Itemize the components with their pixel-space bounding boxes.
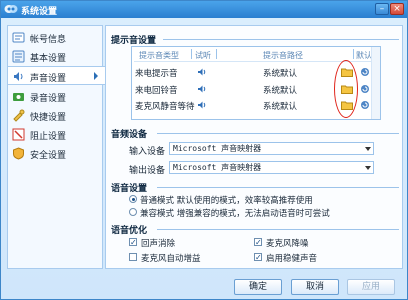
sidebar-item-label: 安全设置 (30, 151, 67, 161)
robust-audio-checkbox[interactable]: ✓ (254, 253, 262, 262)
cancel-button[interactable]: 取消 (291, 279, 339, 295)
sound-row-label: 来电提示音 (135, 69, 178, 79)
input-device-label: 输入设备 (129, 147, 166, 157)
robust-audio-label: 启用稳健声音 (266, 254, 318, 264)
compat-mode-label: 兼容模式 增强兼容的模式，无法启动语音时可尝试 (140, 209, 330, 219)
sidebar-item-account[interactable]: 帐号信息 (8, 28, 102, 47)
list-scrollbar[interactable] (371, 47, 380, 119)
sound-row-path: 系统默认 (263, 69, 298, 79)
section-divider (157, 229, 399, 230)
account-icon (12, 32, 25, 43)
echo-cancel-checkbox[interactable]: ✓ (129, 238, 137, 247)
sidebar-item-sound[interactable]: 声音设置 (8, 66, 108, 85)
column-header-path: 提示音路径 (263, 51, 303, 60)
sidebar-item-label: 快捷设置 (30, 113, 67, 123)
sound-row-label: 来电回铃音 (135, 86, 178, 96)
normal-mode-label: 普通模式 默认使用的模式，效率较高推荐使用 (140, 196, 313, 206)
column-separator (353, 49, 354, 59)
ok-button[interactable]: 确定 (234, 279, 282, 295)
sound-row-path: 系统默认 (263, 102, 298, 112)
section-title-sound: 提示音设置 (111, 36, 157, 46)
settings-sidebar: 帐号信息 基本设置 声音设置 录音设置 快捷设置 阻止设置 安全设置 (7, 25, 108, 269)
column-separator (216, 49, 217, 59)
window-title: 系统设置 (21, 7, 58, 17)
app-logo-icon (4, 5, 18, 13)
chevron-down-icon (365, 147, 371, 151)
column-separator (191, 49, 192, 59)
block-icon (12, 128, 25, 141)
input-device-select[interactable]: Microsoft 声音映射器 (169, 142, 374, 155)
output-device-select[interactable]: Microsoft 声音映射器 (169, 161, 374, 174)
security-icon (13, 147, 24, 160)
sidebar-item-shortcut[interactable]: 快捷设置 (8, 106, 102, 125)
speaker-preview-icon[interactable] (197, 84, 207, 94)
basic-settings-icon (12, 50, 25, 63)
record-icon (13, 93, 24, 101)
sidebar-item-label: 录音设置 (30, 94, 67, 104)
reset-default-icon[interactable] (360, 84, 370, 94)
highlight-annotation (334, 60, 358, 118)
apply-button[interactable]: 应用 (347, 279, 395, 295)
column-header-type: 提示音类型 (139, 51, 179, 60)
auto-gain-label: 麦克风自动增益 (141, 254, 201, 264)
section-title-voice: 语音设置 (111, 184, 148, 194)
reset-default-icon[interactable] (360, 100, 370, 110)
speaker-preview-icon[interactable] (197, 100, 207, 110)
sidebar-item-label: 阻止设置 (30, 132, 67, 142)
output-device-value: Microsoft 声音映射器 (173, 163, 262, 172)
sidebar-item-label: 基本设置 (30, 54, 67, 64)
close-button[interactable]: × (390, 3, 404, 15)
noise-reduce-label: 麦克风降噪 (266, 239, 309, 249)
input-device-value: Microsoft 声音映射器 (173, 144, 262, 153)
sidebar-item-label: 帐号信息 (30, 35, 67, 45)
minimize-button[interactable]: – (375, 3, 389, 15)
compat-mode-radio[interactable] (129, 208, 137, 216)
section-divider (157, 133, 399, 134)
section-title-device: 音频设备 (111, 130, 148, 140)
active-indicator-icon (94, 72, 98, 80)
section-divider (163, 39, 399, 40)
output-device-label: 输出设备 (129, 166, 166, 176)
sidebar-item-label: 声音设置 (30, 74, 67, 84)
settings-window: 系统设置 – × 帐号信息 基本设置 声音设置 录音设置 快捷设置 阻止设置 安… (0, 0, 408, 300)
echo-cancel-label: 回声消除 (141, 239, 176, 249)
noise-reduce-checkbox[interactable]: ✓ (254, 238, 262, 247)
shortcut-icon (13, 109, 25, 122)
speaker-preview-icon[interactable] (197, 67, 207, 77)
section-divider (157, 187, 399, 188)
reset-default-icon[interactable] (360, 67, 370, 77)
sound-row-path: 系统默认 (263, 86, 298, 96)
normal-mode-radio[interactable] (129, 195, 137, 203)
column-header-preview: 试听 (195, 51, 211, 60)
sound-row-label: 麦克风静音等待 (135, 102, 195, 112)
sidebar-item-block[interactable]: 阻止设置 (8, 125, 102, 144)
sidebar-item-security[interactable]: 安全设置 (8, 144, 102, 163)
column-header-default: 默认 (356, 51, 372, 60)
section-title-optimize: 语音优化 (111, 226, 148, 236)
sidebar-item-basic[interactable]: 基本设置 (8, 47, 102, 66)
chevron-down-icon (365, 166, 371, 170)
title-bar[interactable]: 系统设置 – × (1, 1, 407, 18)
sound-settings-icon (14, 72, 23, 81)
auto-gain-checkbox[interactable] (129, 253, 137, 261)
sidebar-item-record[interactable]: 录音设置 (8, 87, 102, 106)
